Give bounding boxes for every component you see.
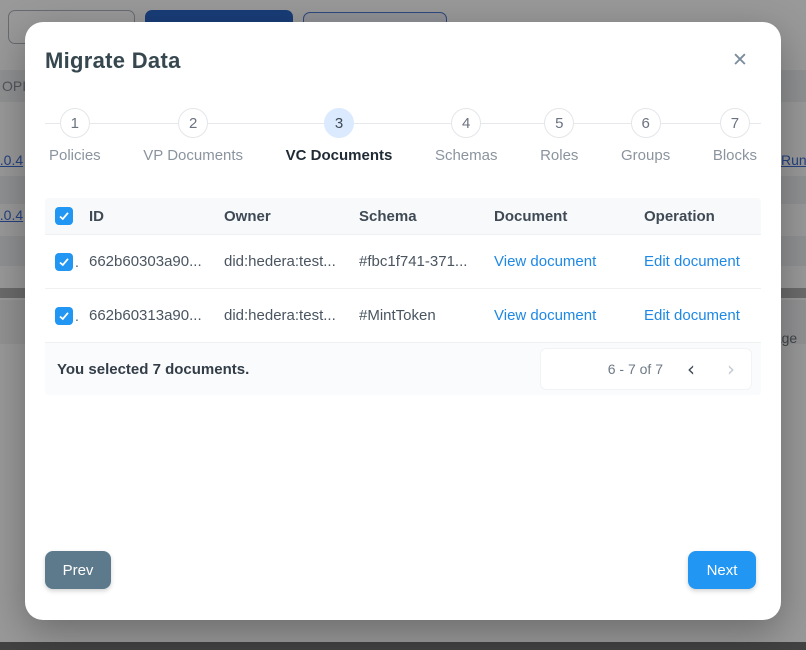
step-vp-documents[interactable]: 2 VP Documents [143, 108, 243, 164]
edit-document-link[interactable]: Edit document [644, 307, 740, 324]
row-marker: . [75, 308, 79, 324]
screen: T OPI 1.0.4 1.0.4 Run page Migrate Data … [0, 0, 806, 650]
checkmark-icon [58, 310, 70, 322]
next-page-icon[interactable]: › [725, 359, 737, 379]
cell-owner: did:hedera:test... [224, 253, 359, 270]
dialog-header: Migrate Data ✕ [45, 48, 761, 78]
header-operation: Operation [644, 208, 761, 225]
view-document-link[interactable]: View document [494, 307, 596, 324]
step-number: 6 [631, 108, 661, 138]
step-blocks[interactable]: 7 Blocks [713, 108, 757, 164]
step-number: 5 [544, 108, 574, 138]
step-label: Groups [621, 147, 670, 164]
checkmark-icon [58, 256, 70, 268]
vc-documents-table: ID Owner Schema Document Operation . 662… [45, 198, 761, 395]
dialog-title: Migrate Data [45, 48, 761, 74]
migration-stepper: 1 Policies 2 VP Documents 3 VC Documents… [45, 108, 761, 164]
step-roles[interactable]: 5 Roles [540, 108, 578, 164]
row-marker: . [75, 254, 79, 270]
step-label: Blocks [713, 147, 757, 164]
checkmark-icon [58, 210, 70, 222]
table-header-row: ID Owner Schema Document Operation [45, 198, 761, 235]
cell-id: 662b60303a90... [89, 253, 224, 270]
next-button[interactable]: Next [688, 551, 756, 589]
cell-schema: #MintToken [359, 307, 494, 324]
select-all-cell [45, 207, 89, 225]
table-footer: You selected 7 documents. 6 - 7 of 7 ‹ › [45, 343, 761, 395]
header-schema: Schema [359, 208, 494, 225]
cell-id: 662b60313a90... [89, 307, 224, 324]
step-number: 4 [451, 108, 481, 138]
header-document: Document [494, 208, 644, 225]
table-row: . 662b60313a90... did:hedera:test... #Mi… [45, 289, 761, 343]
migrate-data-dialog: Migrate Data ✕ 1 Policies 2 VP Documents… [25, 22, 781, 620]
row-select-cell: . [45, 307, 89, 325]
step-number: 7 [720, 108, 750, 138]
page-range-text: 6 - 7 of 7 [608, 361, 663, 377]
table-row: . 662b60303a90... did:hedera:test... #fb… [45, 235, 761, 289]
edit-document-link[interactable]: Edit document [644, 253, 740, 270]
header-owner: Owner [224, 208, 359, 225]
row-checkbox[interactable] [55, 307, 73, 325]
cell-owner: did:hedera:test... [224, 307, 359, 324]
step-label: VC Documents [286, 147, 393, 164]
step-groups[interactable]: 6 Groups [621, 108, 670, 164]
header-id: ID [89, 208, 224, 225]
cell-schema: #fbc1f741-371... [359, 253, 494, 270]
step-vc-documents[interactable]: 3 VC Documents [286, 108, 393, 164]
step-number: 2 [178, 108, 208, 138]
prev-button[interactable]: Prev [45, 551, 111, 589]
step-label: VP Documents [143, 147, 243, 164]
close-icon[interactable]: ✕ [727, 48, 753, 74]
select-all-checkbox[interactable] [55, 207, 73, 225]
row-checkbox[interactable] [55, 253, 73, 271]
step-label: Schemas [435, 147, 498, 164]
step-number: 1 [60, 108, 90, 138]
view-document-link[interactable]: View document [494, 253, 596, 270]
step-policies[interactable]: 1 Policies [49, 108, 101, 164]
row-select-cell: . [45, 253, 89, 271]
step-label: Roles [540, 147, 578, 164]
pagination: 6 - 7 of 7 ‹ › [541, 349, 751, 389]
step-schemas[interactable]: 4 Schemas [435, 108, 498, 164]
selected-count-text: You selected 7 documents. [57, 361, 249, 378]
step-label: Policies [49, 147, 101, 164]
previous-page-icon[interactable]: ‹ [685, 359, 697, 379]
step-number: 3 [324, 108, 354, 138]
